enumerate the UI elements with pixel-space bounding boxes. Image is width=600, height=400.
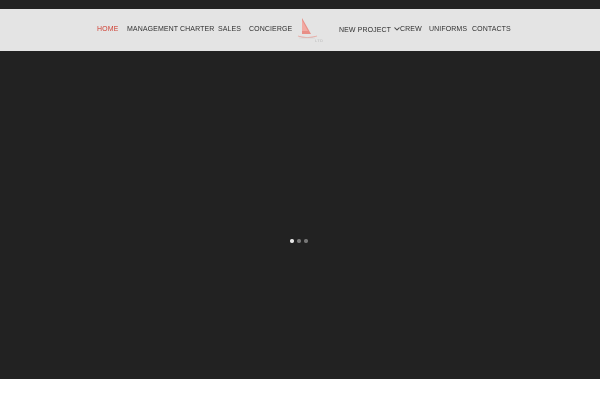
logo-text: LTD bbox=[315, 38, 324, 43]
nav-item-new-project-label: NEW PROJECT bbox=[339, 26, 392, 34]
nav-item-new-project[interactable]: NEW PROJECT bbox=[339, 9, 400, 51]
slider-dot-3[interactable] bbox=[304, 238, 308, 243]
nav-item-crew[interactable]: CREW bbox=[400, 9, 422, 51]
slider-pagination bbox=[290, 238, 308, 243]
nav-item-management[interactable]: MANAGEMENT bbox=[127, 9, 178, 51]
nav-item-charter[interactable]: CHARTER bbox=[180, 9, 214, 51]
nav-item-home[interactable]: HOME bbox=[97, 9, 118, 51]
site-logo[interactable]: LTD bbox=[293, 9, 333, 47]
top-bar bbox=[0, 0, 600, 9]
nav-item-concierge[interactable]: CONCIERGE bbox=[249, 9, 292, 51]
nav-item-contacts[interactable]: CONTACTS bbox=[472, 9, 511, 51]
nav-item-uniforms[interactable]: UNIFORMS bbox=[429, 9, 467, 51]
hero-slider[interactable] bbox=[0, 51, 600, 379]
slider-dot-1[interactable] bbox=[290, 238, 294, 243]
sail-logo-icon bbox=[297, 18, 318, 39]
slider-dot-2[interactable] bbox=[297, 238, 301, 243]
nav-item-sales[interactable]: SALES bbox=[218, 9, 241, 51]
